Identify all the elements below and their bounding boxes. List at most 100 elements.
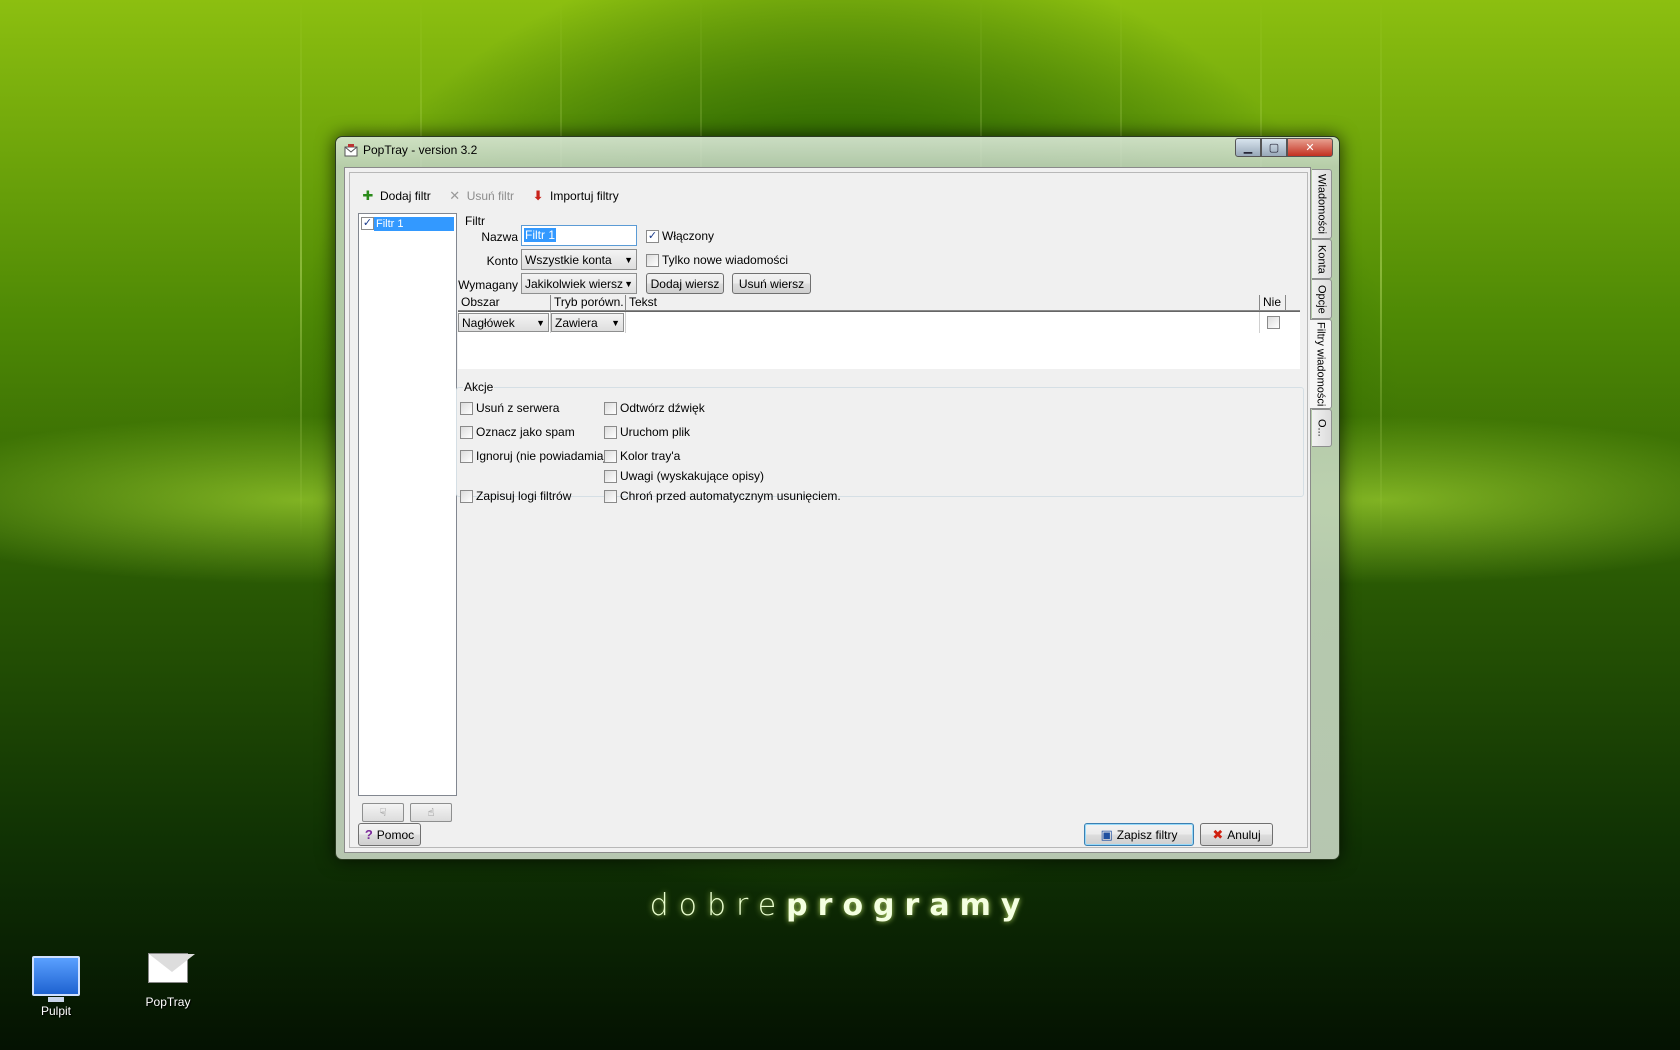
desktop-icon-poptray[interactable]: PopTray: [126, 953, 210, 1009]
action-play-sound[interactable]: Odtwórz dźwięk: [604, 401, 705, 415]
mode-select[interactable]: Zawiera ▼: [551, 313, 624, 332]
action-protect[interactable]: Chroń przed automatycznym usunięciem.: [604, 489, 841, 503]
title-bar[interactable]: PopTray - version 3.2 ▁ ▢ ✕: [336, 137, 1339, 165]
column-not-header[interactable]: Nie: [1260, 295, 1286, 310]
column-mode-header[interactable]: Tryb porówn.: [551, 295, 626, 310]
text-cell[interactable]: [626, 312, 1260, 333]
wallpaper-brand: dobreprogramy: [0, 888, 1680, 923]
desktop-icon-label: Pulpit: [40, 1004, 72, 1018]
tab-label: Filtry wiadomości: [1314, 321, 1327, 407]
wallpaper-brand-bold: programy: [786, 888, 1031, 923]
enabled-checkbox-row[interactable]: ✓ Włączony: [646, 229, 714, 243]
chevron-down-icon: ▼: [624, 278, 633, 289]
save-icon: ▣: [1100, 826, 1113, 842]
required-select[interactable]: Jakikolwiek wiersz ▼: [521, 273, 637, 294]
filter-list-item-label: Filtr 1: [374, 216, 454, 231]
filter-name-input[interactable]: Filtr 1: [521, 225, 637, 246]
save-filters-button[interactable]: ▣ Zapisz filtry: [1084, 823, 1194, 846]
action-notes[interactable]: Uwagi (wyskakujące opisy): [604, 469, 764, 483]
enabled-checkbox[interactable]: ✓: [646, 229, 659, 243]
import-filters-button[interactable]: ⬇ Importuj filtry: [530, 188, 619, 204]
tab-options[interactable]: Opcje: [1312, 279, 1332, 319]
action-checkbox[interactable]: [604, 401, 617, 415]
column-text-header[interactable]: Tekst: [626, 295, 1260, 310]
tab-label: Wiadomości: [1315, 174, 1328, 234]
action-delete-from-server[interactable]: Usuń z serwera: [460, 401, 559, 415]
tab-message-filters[interactable]: Filtry wiadomości: [1310, 319, 1332, 409]
not-cell[interactable]: [1260, 312, 1286, 333]
app-icon: [344, 144, 358, 157]
action-label: Usuń z serwera: [476, 401, 560, 415]
action-checkbox[interactable]: [460, 425, 473, 439]
name-label: Nazwa: [481, 230, 518, 244]
move-down-icon: ☟: [379, 807, 387, 819]
area-select-value: Nagłówek: [462, 315, 515, 330]
filter-list-item[interactable]: ✓ Filtr 1: [361, 216, 454, 231]
window-controls: ▁ ▢ ✕: [1235, 138, 1333, 157]
action-checkbox[interactable]: [460, 489, 473, 503]
close-button[interactable]: ✕: [1287, 138, 1333, 157]
required-select-value: Jakikolwiek wiersz: [525, 276, 624, 291]
save-filters-label: Zapisz filtry: [1116, 827, 1178, 842]
action-run-file[interactable]: Uruchom plik: [604, 425, 690, 439]
remove-row-button[interactable]: Usuń wiersz: [732, 273, 811, 294]
action-label: Odtwórz dźwięk: [620, 401, 705, 415]
action-mark-spam[interactable]: Oznacz jako spam: [460, 425, 575, 439]
action-tray-color[interactable]: Kolor tray'a: [604, 449, 680, 463]
remove-filter-button[interactable]: ✕ Usuń filtr: [447, 188, 514, 204]
filter-list[interactable]: ✓ Filtr 1: [358, 213, 457, 796]
only-new-label: Tylko nowe wiadomości: [662, 253, 789, 267]
chevron-down-icon: ▼: [624, 254, 633, 265]
action-ignore[interactable]: Ignoruj (nie powiadamiaj): [460, 449, 610, 463]
move-down-button[interactable]: ☟: [362, 803, 404, 822]
filters-page: ✚ Dodaj filtr ✕ Usuń filtr ⬇ Importuj fi…: [349, 172, 1308, 848]
action-checkbox[interactable]: [604, 449, 617, 463]
action-checkbox[interactable]: [604, 425, 617, 439]
move-up-icon: ☝: [427, 807, 435, 819]
action-checkbox[interactable]: [604, 469, 617, 483]
mode-cell[interactable]: Zawiera ▼: [551, 312, 626, 333]
desktop-icon-label: PopTray: [145, 995, 191, 1009]
add-filter-icon: ✚: [362, 188, 374, 203]
tab-about[interactable]: O...: [1312, 409, 1332, 447]
action-checkbox[interactable]: [460, 449, 473, 463]
action-label: Uwagi (wyskakujące opisy): [620, 469, 765, 483]
account-label: Konto: [486, 254, 518, 268]
only-new-checkbox[interactable]: [646, 253, 659, 267]
help-button[interactable]: ? Pomoc: [358, 823, 421, 846]
area-cell[interactable]: Nagłówek ▼: [458, 312, 551, 333]
cancel-icon: ✖: [1212, 826, 1224, 842]
maximize-button[interactable]: ▢: [1261, 138, 1287, 157]
action-checkbox[interactable]: [604, 489, 617, 503]
action-label: Kolor tray'a: [620, 449, 681, 463]
cancel-button[interactable]: ✖ Anuluj: [1200, 823, 1273, 846]
wallpaper-brand-light: dobre: [649, 888, 787, 923]
actions-groupbox: Akcje: [456, 380, 1304, 497]
mode-select-value: Zawiera: [555, 315, 598, 330]
tab-accounts[interactable]: Konta: [1312, 239, 1332, 279]
import-filters-label: Importuj filtry: [550, 189, 619, 203]
conditions-grid[interactable]: Obszar Tryb porówn. Tekst Nie Nagłówek ▼: [458, 295, 1300, 369]
only-new-checkbox-row[interactable]: Tylko nowe wiadomości: [646, 253, 788, 267]
tab-messages[interactable]: Wiadomości: [1312, 169, 1332, 239]
move-up-button[interactable]: ☝: [410, 803, 452, 822]
window-title: PopTray - version 3.2: [363, 143, 478, 157]
desktop-icon-pulpit[interactable]: Pulpit: [14, 956, 98, 1018]
action-save-logs[interactable]: Zapisuj logi filtrów: [460, 489, 571, 503]
add-filter-button[interactable]: ✚ Dodaj filtr: [360, 188, 431, 204]
area-select[interactable]: Nagłówek ▼: [458, 313, 549, 332]
required-label: Wymagany: [458, 278, 518, 292]
table-row[interactable]: Nagłówek ▼ Zawiera ▼: [458, 311, 1300, 333]
add-row-button[interactable]: Dodaj wiersz: [646, 273, 724, 294]
remove-filter-label: Usuń filtr: [466, 189, 515, 203]
side-tabs: Wiadomości Konta Opcje Filtry wiadomości…: [1310, 167, 1334, 853]
action-label: Ignoruj (nie powiadamiaj): [476, 449, 611, 463]
chevron-down-icon: ▼: [536, 317, 545, 328]
minimize-button[interactable]: ▁: [1235, 138, 1261, 157]
not-checkbox[interactable]: [1266, 316, 1280, 329]
filter-enabled-checkbox[interactable]: ✓: [361, 217, 374, 230]
import-icon: ⬇: [532, 188, 544, 203]
column-area-header[interactable]: Obszar: [458, 295, 551, 310]
action-checkbox[interactable]: [460, 401, 473, 415]
account-select[interactable]: Wszystkie konta ▼: [521, 249, 637, 270]
